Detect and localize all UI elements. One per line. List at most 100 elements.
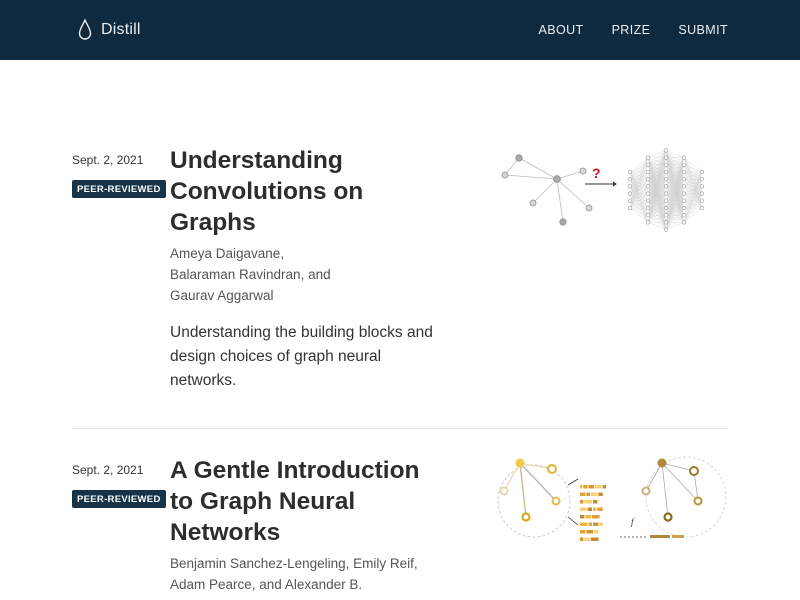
feature-cell [588, 485, 595, 489]
nn-node [645, 205, 651, 211]
feature-cell [590, 492, 598, 496]
feature-cell [588, 522, 592, 526]
article-authors: Ameya Daigavane, Balaraman Ravindran, an… [170, 243, 450, 306]
nn-node [699, 205, 705, 211]
nn-node [699, 177, 705, 182]
nn-node [645, 169, 651, 175]
feature-cell [591, 515, 600, 519]
nn-node [681, 184, 687, 189]
feature-cell [580, 507, 587, 511]
right-graph-nodes [641, 458, 703, 522]
nn-node [681, 205, 687, 211]
feature-cell [580, 492, 586, 496]
function-label: f [631, 517, 635, 527]
brand-name: Distill [101, 21, 141, 38]
peer-reviewed-badge: PEER-REVIEWED [72, 490, 166, 508]
neural-network-diagram [627, 148, 705, 232]
publish-date: Sept. 2, 2021 [72, 463, 144, 477]
nn-node [645, 162, 651, 167]
brand-link[interactable]: Distill [78, 0, 141, 60]
author-line: Ameya Daigavane, [170, 246, 285, 261]
feature-cell [580, 530, 586, 534]
article-description: Understanding the building blocks and de… [170, 324, 433, 389]
feature-cell [593, 500, 598, 504]
publish-date: Sept. 2, 2021 [72, 153, 144, 167]
nn-connection [629, 157, 649, 194]
nn-node [681, 213, 687, 218]
feature-matrix [580, 485, 606, 541]
feature-cell [580, 522, 588, 526]
output-bar [650, 535, 684, 538]
nn-node [681, 191, 687, 196]
flow-arrows [567, 478, 646, 538]
nn-node [645, 191, 651, 196]
post-divider [72, 428, 728, 429]
nn-connection [665, 164, 685, 230]
nn-node [681, 169, 687, 175]
feature-cell [580, 515, 585, 519]
peer-reviewed-badge: PEER-REVIEWED [72, 180, 166, 198]
nn-node [699, 191, 705, 196]
graph-edges [504, 157, 590, 223]
author-line: Gaurav Aggarwal [170, 288, 274, 303]
feature-cell [595, 485, 602, 489]
nn-node [699, 184, 705, 189]
nn-node [663, 198, 669, 203]
article-title[interactable]: A Gentle Introduction to Graph Neural Ne… [170, 455, 445, 548]
nn-node [663, 184, 669, 189]
nn-node [645, 155, 651, 160]
feature-cell [584, 537, 590, 541]
nn-node [627, 169, 633, 175]
feature-cell [586, 530, 594, 534]
feature-cell [580, 500, 584, 504]
nn-node [663, 191, 669, 196]
nn-node [681, 220, 687, 225]
left-graph-nodes [499, 458, 561, 522]
feature-cell [590, 537, 599, 541]
feature-cell [594, 530, 599, 534]
feature-cell [593, 507, 597, 511]
nn-node [681, 177, 687, 182]
nn-node [645, 184, 651, 189]
nav-about-link[interactable]: ABOUT [539, 23, 584, 37]
nn-connection [683, 186, 703, 223]
droplet-icon [78, 19, 92, 40]
gnn-illustration-thumbnail[interactable]: f [496, 455, 730, 555]
nn-node [663, 155, 669, 160]
feature-cell [599, 522, 603, 526]
feature-cell [583, 485, 588, 489]
main-nav: ABOUT PRIZE SUBMIT [539, 0, 729, 60]
nn-node [627, 177, 633, 182]
feature-cell [585, 515, 591, 519]
nn-node [663, 220, 669, 225]
nn-node [627, 191, 633, 196]
nn-node [699, 169, 705, 175]
nn-node [645, 177, 651, 182]
nav-submit-link[interactable]: SUBMIT [678, 23, 728, 37]
nn-node [627, 198, 633, 203]
nn-node [627, 184, 633, 189]
arrowhead [613, 181, 617, 187]
feature-cell [586, 492, 590, 496]
nav-prize-link[interactable]: PRIZE [612, 23, 651, 37]
graph-to-network-thumbnail[interactable]: ? [496, 145, 728, 235]
question-mark-label: ? [592, 165, 601, 181]
author-line: Benjamin Sanchez-Lengeling, Emily Reif, [170, 556, 418, 571]
article-title[interactable]: Understanding Convolutions on Graphs [170, 145, 450, 238]
nn-node [663, 162, 669, 167]
author-line: Adam Pearce, and Alexander B. [170, 577, 363, 592]
nn-node [627, 205, 633, 211]
feature-cell [597, 507, 603, 511]
feature-cell [602, 485, 606, 489]
nn-node [663, 227, 669, 232]
feature-cell [598, 492, 603, 496]
feature-cell [580, 537, 584, 541]
nn-node [663, 177, 669, 182]
article-authors: Benjamin Sanchez-Lengeling, Emily Reif, … [170, 553, 450, 595]
nn-node [663, 169, 669, 175]
nn-node [645, 220, 651, 225]
nn-node [663, 213, 669, 218]
nn-connection [647, 150, 667, 216]
nn-node [699, 198, 705, 203]
nn-node [663, 205, 669, 211]
